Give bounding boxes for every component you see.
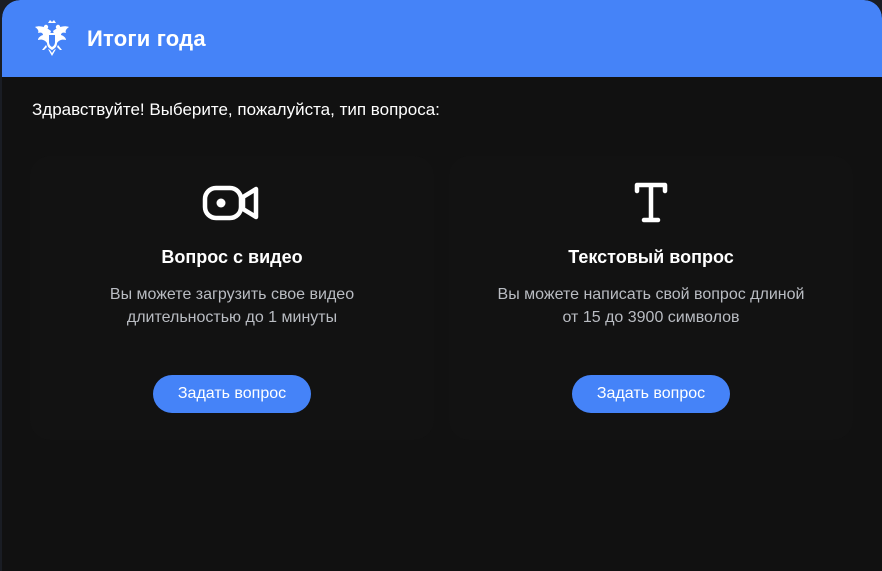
option-title-text: Текстовый вопрос xyxy=(568,247,734,267)
question-type-dialog: Итоги года Здравствуйте! Выберите, пожал… xyxy=(2,0,882,571)
option-card-video: Вопрос с видео Вы можете загрузить свое … xyxy=(30,156,434,440)
description-line: длительностью до 1 минуты xyxy=(126,309,338,326)
description-line: от 15 до 3900 символов xyxy=(562,309,740,326)
greeting-text: Здравствуйте! Выберите, пожалуйста, тип … xyxy=(32,100,440,119)
option-description-text: Вы можете написать свой вопрос длиной от… xyxy=(489,283,813,329)
description-line: Вы можете написать свой вопрос длиной xyxy=(497,286,805,303)
description-line: Вы можете загрузить свое видео xyxy=(109,286,355,303)
option-description-video: Вы можете загрузить свое видео длительно… xyxy=(70,283,394,329)
ask-text-question-button[interactable]: Задать вопрос xyxy=(572,375,730,413)
ask-video-question-button[interactable]: Задать вопрос xyxy=(153,375,311,413)
option-card-text: Текстовый вопрос Вы можете написать свой… xyxy=(449,156,853,440)
double-headed-eagle-emblem-icon xyxy=(30,17,74,61)
text-t-icon xyxy=(449,178,853,228)
dialog-header: Итоги года xyxy=(2,0,882,77)
video-camera-icon xyxy=(30,178,434,228)
dialog-title: Итоги года xyxy=(87,25,206,51)
option-title-video: Вопрос с видео xyxy=(161,247,303,267)
